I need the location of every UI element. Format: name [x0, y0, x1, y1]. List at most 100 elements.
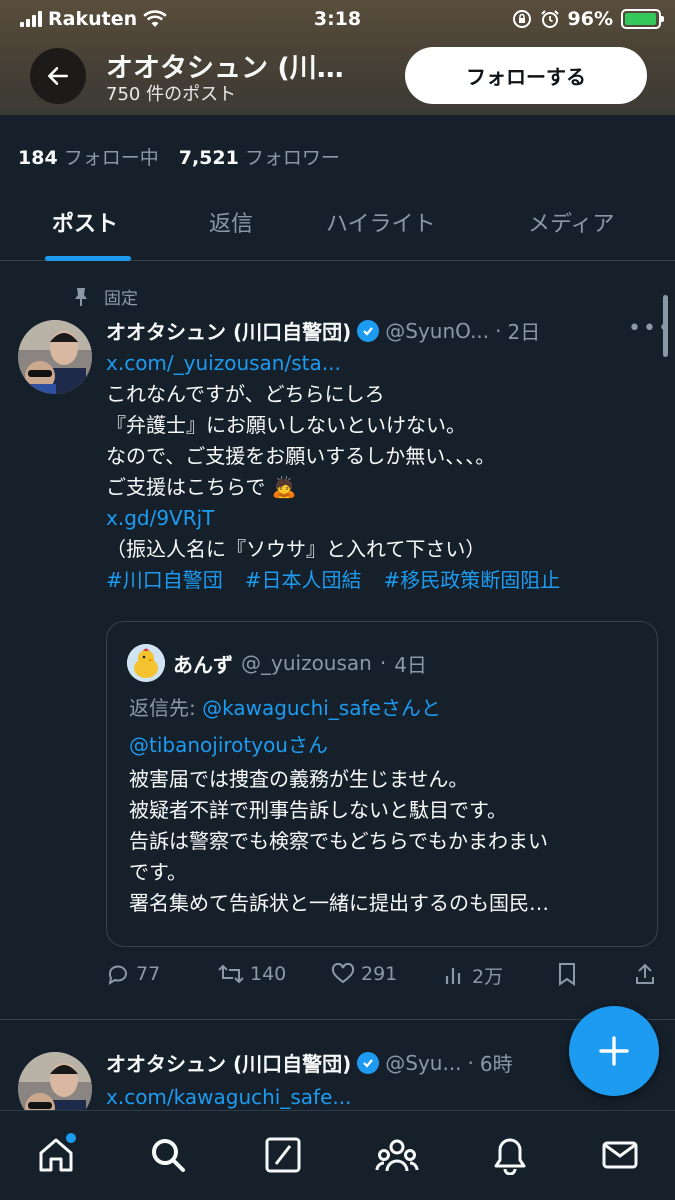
- tweet-link[interactable]: x.gd/9VRjT: [106, 503, 636, 534]
- quote-text-line: 被疑者不詳で刑事告訴しないと駄目です。: [129, 798, 507, 822]
- quote-text-line: 被害届では捜査の義務が生じません。: [129, 767, 469, 791]
- like-count: 291: [361, 963, 398, 985]
- tab-replies[interactable]: 返信: [209, 206, 253, 238]
- tweet-link[interactable]: x.com/_yuizousan/sta...: [106, 348, 636, 379]
- reply-user-link[interactable]: @tibanojirotyou: [129, 733, 288, 757]
- author-handle[interactable]: @SyunO...: [385, 319, 489, 343]
- hashtag[interactable]: #移民政策断固阻止: [384, 568, 561, 592]
- battery-icon: [621, 9, 664, 29]
- nav-home[interactable]: [34, 1133, 78, 1177]
- tweet-time[interactable]: 6時: [480, 1048, 513, 1077]
- quote-text-line: です。: [129, 860, 187, 884]
- verified-icon: [357, 1051, 380, 1074]
- views-icon: [445, 967, 461, 984]
- reply-and: さんと: [380, 696, 441, 720]
- author-handle[interactable]: @Syu...: [385, 1051, 461, 1075]
- tab-posts[interactable]: ポスト: [52, 206, 118, 238]
- profile-tabs: ポスト 返信 ハイライト メディア: [0, 190, 675, 261]
- back-button[interactable]: [30, 48, 86, 104]
- bottom-navigation: [0, 1110, 675, 1200]
- tweet-text-line: （振込人名に『ソウサ』と入れて下さい）: [106, 537, 486, 561]
- separator-dot: ·: [379, 651, 387, 675]
- quote-author-handle: @_yuizousan: [241, 651, 372, 675]
- nav-messages[interactable]: [598, 1133, 642, 1177]
- compose-icon: [599, 1036, 629, 1066]
- following-count: 184: [18, 147, 58, 169]
- active-tab-indicator: [45, 256, 131, 261]
- hashtag[interactable]: #日本人団結: [245, 568, 362, 592]
- tweet-text: ご支援はこちらで: [106, 475, 266, 499]
- share-button[interactable]: [634, 962, 656, 986]
- quoted-tweet[interactable]: あんず @_yuizousan · 4日 返信先: @kawaguchi_saf…: [106, 621, 658, 947]
- views-count: 2万: [472, 966, 504, 988]
- alarm-icon: [540, 10, 559, 28]
- pin-icon: [75, 287, 87, 306]
- quote-time: 4日: [394, 652, 427, 677]
- tweet-body: x.com/_yuizousan/sta... これなんですが、どちらにしろ 『…: [106, 348, 636, 596]
- tweet-text-line: 『弁護士』にお願いしないといけない。: [106, 413, 466, 437]
- following-label: フォロー中: [63, 147, 159, 169]
- status-bar: Rakuten 3:18 96%: [0, 0, 675, 38]
- tab-highlights[interactable]: ハイライト: [326, 206, 436, 238]
- grok-icon: [265, 1137, 301, 1173]
- hashtag[interactable]: #川口自警団: [106, 568, 223, 592]
- tab-media[interactable]: メディア: [528, 206, 614, 238]
- header-post-count: 750 件のポスト: [106, 84, 237, 105]
- tweet-time[interactable]: 2日: [508, 316, 541, 345]
- quote-avatar[interactable]: [127, 644, 165, 682]
- bookmark-button[interactable]: [556, 962, 578, 986]
- share-icon: [636, 963, 654, 984]
- quote-text: 被害届では捜査の義務が生じません。 被疑者不詳で刑事告訴しないと駄目です。 告訴…: [129, 764, 639, 919]
- reply-button[interactable]: 77: [106, 962, 160, 986]
- tweet-header: オオタシュン (川口自警団) @Syu... · 6時: [106, 1048, 513, 1077]
- like-button[interactable]: 291: [331, 962, 397, 986]
- tweet-text-line: なので、ご支援をお願いするしか無い、、、。: [106, 444, 496, 468]
- quote-reply-context: 返信先: @kawaguchi_safeさんと @tibanojirotyouさ…: [129, 690, 441, 764]
- orientation-lock-icon: [512, 10, 531, 28]
- nav-communities[interactable]: [375, 1133, 419, 1177]
- repost-icon: [218, 964, 244, 984]
- nav-search[interactable]: [146, 1133, 190, 1177]
- scrollbar[interactable]: [663, 295, 668, 357]
- follow-stats: 184 フォロー中 7,521 フォロワー: [18, 143, 340, 170]
- tweet-link[interactable]: x.com/kawaguchi_safe...: [106, 1082, 636, 1110]
- separator-dot: ·: [495, 318, 502, 343]
- author-name[interactable]: オオタシュン (川口自警団): [106, 316, 351, 345]
- bowing-emoji: 🙇: [271, 475, 297, 499]
- nav-notifications[interactable]: [488, 1133, 532, 1177]
- author-name[interactable]: オオタシュン (川口自警団): [106, 1048, 351, 1077]
- views-button[interactable]: 2万: [444, 962, 503, 989]
- separator-dot: ·: [467, 1050, 474, 1075]
- tweet-actions: 77 140 291 2万: [106, 962, 658, 994]
- reply-san: さん: [287, 733, 328, 757]
- hashtags: #川口自警団 #日本人団結 #移民政策断固阻止: [106, 565, 636, 596]
- nav-grok[interactable]: [261, 1133, 305, 1177]
- follow-button[interactable]: フォローする: [405, 47, 647, 104]
- tweet-body: x.com/kawaguchi_safe...: [106, 1082, 636, 1110]
- quote-author-name: あんず: [173, 652, 233, 677]
- search-icon: [152, 1139, 185, 1172]
- followers-label: フォロワー: [244, 147, 340, 169]
- tweet-text-line: これなんですが、どちらにしろ: [106, 382, 385, 406]
- bookmark-icon: [559, 963, 575, 986]
- notifications-icon: [494, 1138, 526, 1175]
- battery-percent: 96%: [567, 8, 613, 30]
- reply-count: 77: [136, 963, 161, 985]
- avatar[interactable]: [18, 320, 92, 394]
- quote-text-line: 署名集めて告訴状と一緒に提出するのも国民…: [129, 891, 549, 915]
- following-link[interactable]: 184 フォロー中: [18, 143, 159, 170]
- followers-count: 7,521: [178, 147, 239, 169]
- tweet-text-line: ご支援はこちらで 🙇: [106, 472, 636, 503]
- communities-icon: [375, 1139, 419, 1172]
- back-arrow-icon: [48, 67, 68, 85]
- repost-button[interactable]: 140: [218, 962, 286, 986]
- repost-count: 140: [250, 963, 287, 985]
- compose-button[interactable]: [569, 1006, 659, 1096]
- profile-header: Rakuten 3:18 96% オオタシュン (川… 750 件のポスト フォ…: [0, 0, 675, 115]
- tweet-divider: [0, 1019, 675, 1020]
- like-icon: [331, 962, 355, 984]
- reply-prefix: 返信先:: [129, 696, 196, 720]
- reply-icon: [108, 965, 127, 986]
- reply-user-link[interactable]: @kawaguchi_safe: [202, 696, 381, 720]
- followers-link[interactable]: 7,521 フォロワー: [179, 143, 340, 170]
